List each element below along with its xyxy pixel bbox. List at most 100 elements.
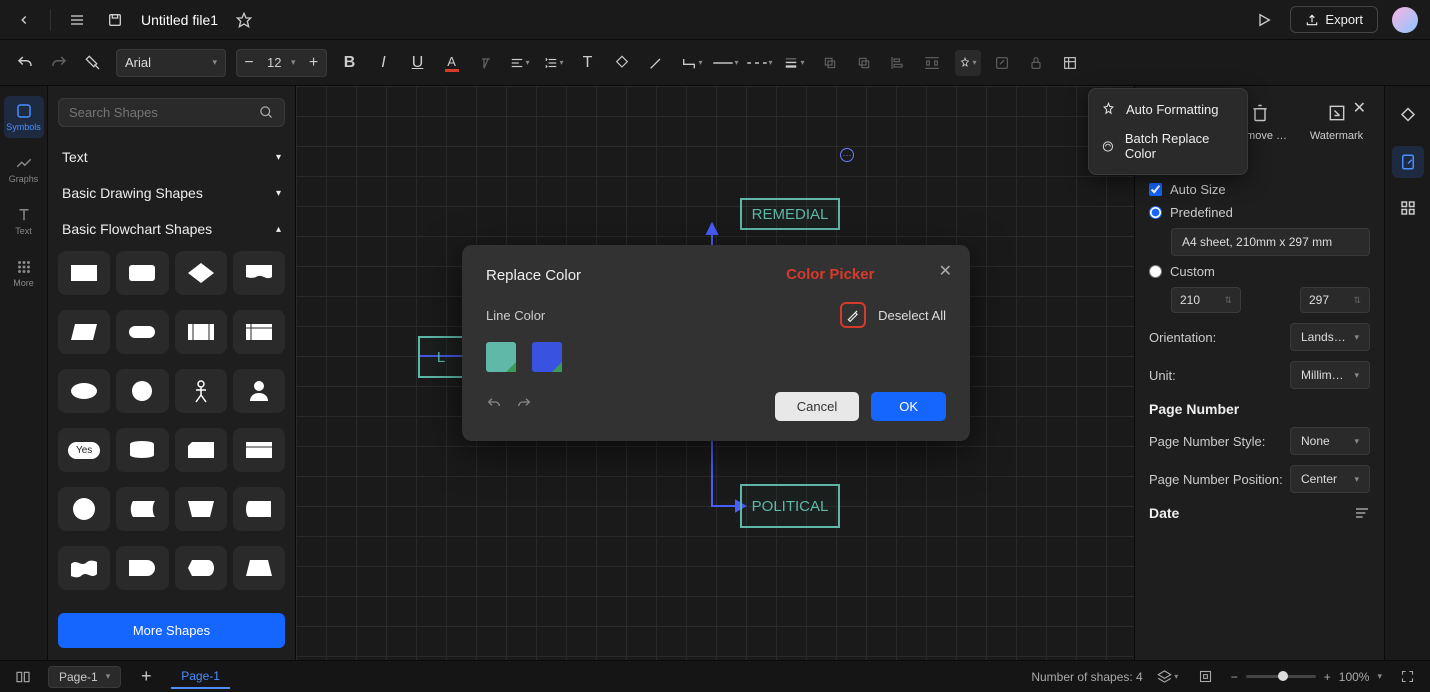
rail-more[interactable]: More (4, 252, 44, 294)
menu-auto-formatting[interactable]: Auto Formatting (1089, 95, 1247, 124)
shape-parallelogram[interactable] (58, 310, 110, 354)
comment-marker-icon[interactable]: ··· (840, 148, 854, 162)
file-title[interactable]: Untitled file1 (141, 12, 218, 28)
bold-icon[interactable]: B (337, 50, 363, 76)
shape-document[interactable] (233, 251, 285, 295)
zoom-slider[interactable] (1246, 675, 1316, 678)
decrease-size-button[interactable]: − (237, 54, 261, 72)
rail-text[interactable]: Text (4, 200, 44, 242)
category-text[interactable]: Text ▾ (58, 139, 285, 175)
zoom-out-button[interactable]: − (1231, 670, 1238, 684)
play-icon[interactable] (1252, 8, 1276, 32)
star-icon[interactable] (232, 8, 256, 32)
line-color-icon[interactable] (643, 50, 669, 76)
table-icon[interactable] (1057, 50, 1083, 76)
export-button[interactable]: Export (1290, 6, 1378, 33)
menu-batch-replace-color[interactable]: Batch Replace Color (1089, 124, 1247, 168)
shape-internal-storage[interactable] (233, 310, 285, 354)
shape-delay[interactable] (116, 546, 168, 590)
predefined-input[interactable] (1149, 206, 1162, 219)
menu-icon[interactable] (65, 8, 89, 32)
shape-wave[interactable] (58, 546, 110, 590)
line-spacing-icon[interactable] (541, 50, 567, 76)
shape-connector-circle[interactable] (58, 487, 110, 531)
shape-terminator[interactable] (116, 310, 168, 354)
color-swatch-teal[interactable] (486, 342, 516, 372)
shape-predefined[interactable] (175, 310, 227, 354)
shape-person-solid[interactable] (233, 369, 285, 413)
auto-size-input[interactable] (1149, 183, 1162, 196)
shape-subroutine[interactable] (233, 428, 285, 472)
deselect-all-button[interactable]: Deselect All (878, 308, 946, 323)
fullscreen-icon[interactable] (1394, 664, 1420, 690)
font-family-select[interactable]: Arial ▾ (116, 49, 226, 77)
clear-format-icon[interactable] (473, 50, 499, 76)
custom-radio[interactable]: Custom (1149, 264, 1370, 279)
add-page-button[interactable]: + (133, 664, 159, 690)
modal-undo-icon[interactable] (486, 396, 502, 417)
shape-actor[interactable] (175, 369, 227, 413)
modal-redo-icon[interactable] (516, 396, 532, 417)
shape-direct-data[interactable] (233, 487, 285, 531)
category-basic-flowchart[interactable]: Basic Flowchart Shapes ▴ (58, 211, 285, 247)
height-input[interactable]: 297⇅ (1300, 287, 1370, 313)
redo-icon[interactable] (46, 50, 72, 76)
panel-close-button[interactable]: ✕ (1353, 98, 1366, 118)
orientation-select[interactable]: Lands…▾ (1290, 323, 1370, 351)
shape-ellipse[interactable] (58, 369, 110, 413)
rail-graphs[interactable]: Graphs (4, 148, 44, 190)
predefined-radio[interactable]: Predefined (1149, 205, 1370, 220)
avatar[interactable] (1392, 7, 1418, 33)
undo-icon[interactable] (12, 50, 38, 76)
increase-size-button[interactable]: + (302, 54, 326, 72)
pn-pos-select[interactable]: Center▾ (1290, 465, 1370, 493)
custom-input[interactable] (1149, 265, 1162, 278)
shape-stored-data[interactable] (116, 487, 168, 531)
text-tool-icon[interactable]: T (575, 50, 601, 76)
lock-icon[interactable] (1023, 50, 1049, 76)
zoom-control[interactable]: − + 100% ▾ (1231, 670, 1382, 684)
layers-icon[interactable] (1155, 664, 1181, 690)
shape-process[interactable] (58, 251, 110, 295)
line-width-icon[interactable] (781, 50, 807, 76)
shape-circle[interactable] (116, 369, 168, 413)
canvas-box-partial[interactable]: L (418, 336, 464, 378)
category-basic-drawing[interactable]: Basic Drawing Shapes ▾ (58, 175, 285, 211)
connector-type-icon[interactable] (679, 50, 705, 76)
width-input[interactable]: 210⇅ (1171, 287, 1241, 313)
line-dash-icon[interactable] (747, 50, 773, 76)
theme-icon[interactable] (1392, 100, 1424, 132)
align-icon[interactable] (507, 50, 533, 76)
page-tab[interactable]: Page-1 (171, 665, 230, 689)
shape-card[interactable] (175, 428, 227, 472)
format-painter-icon[interactable] (80, 50, 106, 76)
search-input-field[interactable] (69, 105, 259, 120)
fill-icon[interactable] (609, 50, 635, 76)
text-color-icon[interactable]: A (439, 50, 465, 76)
front-icon[interactable] (817, 50, 843, 76)
canvas-box-remedial[interactable]: REMEDIAL (740, 198, 840, 230)
shape-database[interactable] (116, 428, 168, 472)
shape-trapezoid[interactable] (233, 546, 285, 590)
edit-node-icon[interactable] (989, 50, 1015, 76)
page-select[interactable]: Page-1 ▾ (48, 666, 121, 688)
shape-display[interactable] (175, 546, 227, 590)
shape-decision[interactable] (175, 251, 227, 295)
pn-style-select[interactable]: None▾ (1290, 427, 1370, 455)
italic-icon[interactable]: I (371, 50, 397, 76)
underline-icon[interactable]: U (405, 50, 431, 76)
color-picker-button[interactable]: Color Picker (840, 302, 866, 328)
shape-rounded[interactable] (116, 251, 168, 295)
align-objects-icon[interactable] (885, 50, 911, 76)
rail-symbols[interactable]: Symbols (4, 96, 44, 138)
distribute-icon[interactable] (919, 50, 945, 76)
unit-select[interactable]: Millim…▾ (1290, 361, 1370, 389)
line-style-icon[interactable] (713, 50, 739, 76)
page-preset-select[interactable]: A4 sheet, 210mm x 297 mm (1171, 228, 1370, 256)
fit-icon[interactable] (1193, 664, 1219, 690)
modal-close-button[interactable]: ✕ (939, 261, 952, 281)
zoom-in-button[interactable]: + (1324, 670, 1331, 684)
canvas-box-political[interactable]: POLITICAL (740, 484, 840, 528)
search-shapes-input[interactable] (58, 98, 285, 127)
shape-yes-badge[interactable]: Yes (58, 428, 110, 472)
